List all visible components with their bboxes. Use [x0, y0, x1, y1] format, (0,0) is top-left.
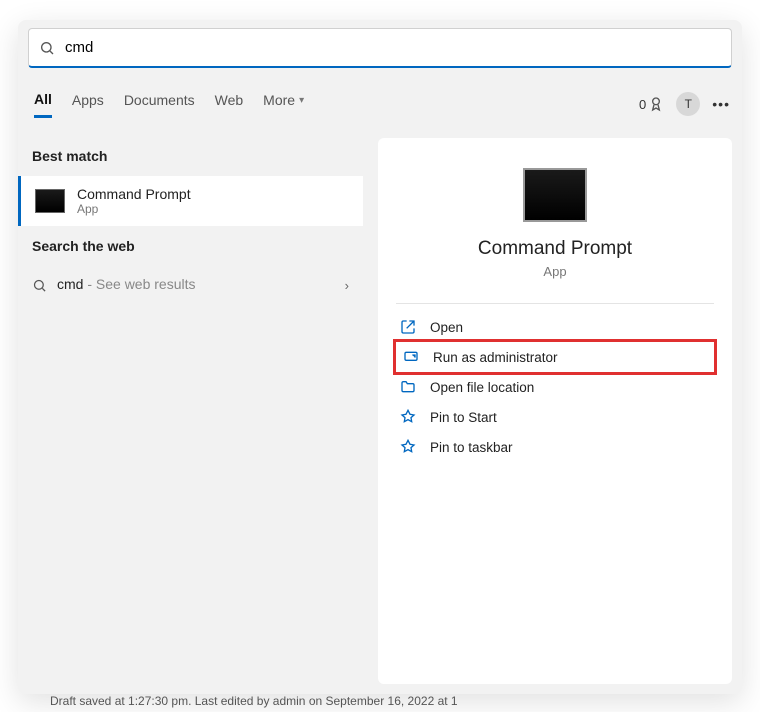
action-pin-to-start[interactable]: Pin to Start	[396, 402, 714, 432]
footer-status: Draft saved at 1:27:30 pm. Last edited b…	[50, 694, 458, 708]
details-subtitle: App	[543, 264, 566, 279]
more-button[interactable]: •••	[712, 96, 730, 112]
details-title: Command Prompt	[478, 238, 632, 260]
command-prompt-icon	[35, 189, 65, 213]
search-web-heading: Search the web	[18, 228, 363, 264]
action-open-file-location[interactable]: Open file location	[396, 372, 714, 402]
search-icon	[32, 278, 47, 293]
chevron-down-icon: ▾	[299, 95, 304, 106]
action-label: Open	[430, 320, 463, 335]
details-pane: Command Prompt App Open Run as administr…	[378, 138, 732, 684]
result-subtitle: App	[77, 202, 191, 216]
medal-icon	[648, 96, 664, 112]
tab-web[interactable]: Web	[215, 91, 244, 118]
web-result-query: cmd	[57, 276, 83, 292]
results-column: Best match Command Prompt App Search the…	[18, 138, 363, 306]
chevron-right-icon: ›	[345, 278, 349, 293]
tab-more-label: More	[263, 92, 295, 108]
badge-count: 0	[639, 97, 646, 112]
search-icon	[39, 40, 55, 56]
action-label: Pin to taskbar	[430, 440, 513, 455]
result-title: Command Prompt	[77, 186, 191, 202]
open-icon	[400, 319, 416, 335]
action-open[interactable]: Open	[396, 312, 714, 342]
divider	[396, 303, 715, 304]
action-run-as-administrator[interactable]: Run as administrator	[393, 339, 717, 375]
tab-more[interactable]: More ▾	[263, 91, 304, 118]
action-label: Run as administrator	[433, 350, 558, 365]
pin-icon	[400, 409, 416, 425]
search-box[interactable]	[28, 28, 732, 68]
tab-row: All Apps Documents Web More ▾ 0 T •••	[30, 86, 730, 122]
shield-icon	[403, 349, 419, 365]
action-label: Open file location	[430, 380, 534, 395]
command-prompt-large-icon	[523, 168, 587, 222]
tab-all[interactable]: All	[34, 91, 52, 118]
avatar[interactable]: T	[676, 92, 700, 116]
actions-list: Open Run as administrator Open file loca…	[378, 312, 732, 462]
action-label: Pin to Start	[430, 410, 497, 425]
folder-icon	[400, 379, 416, 395]
tab-documents[interactable]: Documents	[124, 91, 195, 118]
action-pin-to-taskbar[interactable]: Pin to taskbar	[396, 432, 714, 462]
web-result-suffix: - See web results	[83, 276, 195, 292]
rewards-badge[interactable]: 0	[639, 96, 664, 112]
search-input[interactable]	[65, 39, 721, 56]
result-text: Command Prompt App	[77, 186, 191, 216]
best-match-heading: Best match	[18, 138, 363, 174]
web-result-row[interactable]: cmd - See web results ›	[18, 264, 363, 306]
tab-apps[interactable]: Apps	[72, 91, 104, 118]
pin-icon	[400, 439, 416, 455]
best-match-result[interactable]: Command Prompt App	[18, 176, 363, 226]
search-panel: All Apps Documents Web More ▾ 0 T ••• Be	[18, 20, 742, 694]
